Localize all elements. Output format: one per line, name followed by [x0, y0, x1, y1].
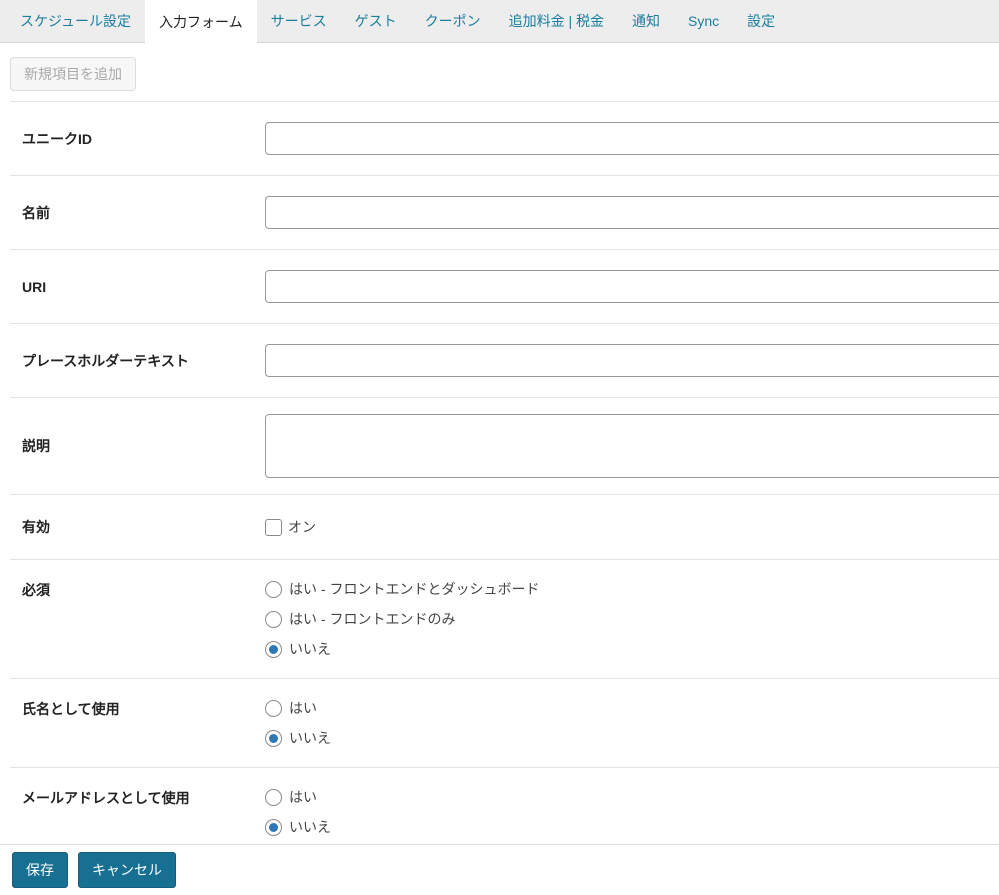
email-radio-yes[interactable] — [265, 789, 282, 806]
field-label: プレースホルダーテキスト — [10, 351, 265, 371]
field-label: ユニークID — [10, 129, 265, 149]
field-label: 有効 — [10, 517, 265, 537]
save-button[interactable]: 保存 — [12, 852, 68, 888]
form-row-enabled: 有効 オン — [10, 495, 999, 560]
input-form: ユニークID 名前 URI プレースホルダーテキスト 説明 — [10, 101, 999, 895]
radio-option-label: はい - フロントエンドとダッシュボード — [289, 579, 539, 599]
radio-option-label: いいえ — [289, 728, 331, 748]
tab-notifications[interactable]: 通知 — [618, 0, 674, 42]
tab-bar: スケジュール設定 入力フォーム サービス ゲスト クーポン 追加料金 | 税金 … — [0, 0, 999, 43]
tab-guests[interactable]: ゲスト — [341, 0, 411, 42]
form-row-uri: URI — [10, 250, 999, 324]
tab-settings[interactable]: 設定 — [733, 0, 789, 42]
form-row-description: 説明 — [10, 398, 999, 495]
field-label: 名前 — [10, 203, 265, 223]
uri-input[interactable] — [265, 270, 999, 303]
required-radio-no[interactable] — [265, 641, 282, 658]
required-radio-yes-frontend-dashboard[interactable] — [265, 581, 282, 598]
required-radio-yes-frontend-only[interactable] — [265, 611, 282, 628]
radio-option-label: はい - フロントエンドのみ — [289, 609, 455, 629]
placeholder-text-input[interactable] — [265, 344, 999, 377]
form-row-name: 名前 — [10, 176, 999, 250]
tab-input-form[interactable]: 入力フォーム — [145, 0, 257, 43]
tab-label: Sync — [688, 13, 719, 29]
form-row-unique-id: ユニークID — [10, 102, 999, 176]
form-row-placeholder: プレースホルダーテキスト — [10, 324, 999, 398]
toolbar: 新規項目を追加 — [0, 43, 999, 101]
tab-label: 設定 — [747, 11, 775, 31]
field-label: 必須 — [10, 560, 265, 600]
tab-sync[interactable]: Sync — [674, 0, 733, 42]
radio-option-label: はい — [289, 787, 317, 807]
tab-label: クーポン — [425, 11, 481, 31]
form-footer: 保存 キャンセル — [0, 844, 999, 895]
tab-label: ゲスト — [355, 11, 397, 31]
form-row-use-as-full-name: 氏名として使用 はい いいえ — [10, 679, 999, 768]
tab-label: 入力フォーム — [159, 12, 243, 32]
tab-label: 通知 — [632, 11, 660, 31]
enabled-checkbox[interactable] — [265, 519, 282, 536]
tab-coupons[interactable]: クーポン — [411, 0, 495, 42]
tab-label: スケジュール設定 — [20, 11, 131, 31]
add-new-item-button[interactable]: 新規項目を追加 — [10, 57, 136, 91]
tab-services[interactable]: サービス — [257, 0, 341, 42]
field-label: 氏名として使用 — [10, 679, 265, 719]
email-radio-no[interactable] — [265, 819, 282, 836]
full-name-radio-no[interactable] — [265, 730, 282, 747]
full-name-radio-yes[interactable] — [265, 700, 282, 717]
cancel-button[interactable]: キャンセル — [78, 852, 176, 888]
tab-label: 追加料金 | 税金 — [509, 11, 604, 31]
unique-id-input[interactable] — [265, 122, 999, 155]
tab-label: サービス — [271, 11, 327, 31]
field-label: メールアドレスとして使用 — [10, 768, 265, 808]
description-textarea[interactable] — [265, 414, 999, 478]
field-label: URI — [10, 279, 265, 295]
field-label: 説明 — [10, 436, 265, 456]
settings-page: スケジュール設定 入力フォーム サービス ゲスト クーポン 追加料金 | 税金 … — [0, 0, 999, 895]
tab-extras-taxes[interactable]: 追加料金 | 税金 — [495, 0, 618, 42]
radio-option-label: いいえ — [289, 639, 331, 659]
form-row-required: 必須 はい - フロントエンドとダッシュボード はい - フロントエンドのみ い… — [10, 560, 999, 679]
checkbox-option-label: オン — [288, 517, 316, 537]
radio-option-label: はい — [289, 698, 317, 718]
name-input[interactable] — [265, 196, 999, 229]
tab-schedule-settings[interactable]: スケジュール設定 — [6, 0, 145, 42]
radio-option-label: いいえ — [289, 817, 331, 837]
